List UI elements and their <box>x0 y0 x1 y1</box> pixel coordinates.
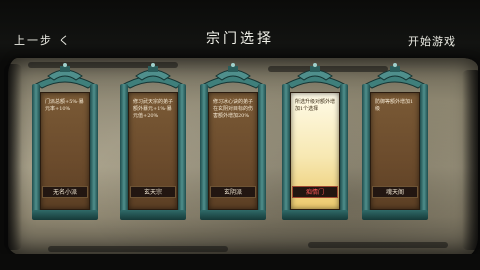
bottom-shade <box>0 254 480 270</box>
sect-card-1[interactable]: 门派总额+5%·暴元率+10% 无名小派 <box>32 62 98 220</box>
sect-name: 玄天宗 <box>130 186 176 198</box>
top-bar: 上一步 く 宗门选择 开始游戏 <box>0 0 480 62</box>
game-screen: 上一步 く 宗门选择 开始游戏 门派总额+5%·暴元率+10% 无名小派 修习武… <box>0 0 480 270</box>
sect-description: 门派总额+5%·暴元率+10% <box>45 99 84 112</box>
pillar-right <box>340 84 348 218</box>
sect-card-5[interactable]: 防御等额外增加1级 魂天阁 <box>362 62 428 220</box>
card-base <box>32 210 98 220</box>
pillar-left <box>32 84 40 218</box>
pillar-right <box>90 84 98 218</box>
sect-description: 防御等额外增加1级 <box>375 99 414 112</box>
sect-card-3[interactable]: 修习冰心诀的弟子在玄阴对目标的伤害额外增加20% 玄阴派 <box>200 62 266 220</box>
ink-stroke <box>48 246 228 252</box>
sect-name: 玄阴派 <box>210 186 256 198</box>
card-base <box>362 210 428 220</box>
pagoda-roof-icon <box>123 63 183 89</box>
sect-name: 魂天阁 <box>372 186 418 198</box>
pagoda-roof-icon <box>365 63 425 89</box>
sect-name: 无名小派 <box>42 186 88 198</box>
card-base <box>200 210 266 220</box>
sect-description: 修习武天宗的弟子额外暴元+1%·暴元值+20% <box>133 99 174 119</box>
pillar-right <box>420 84 428 218</box>
sect-description: 所选升级对额外增加1个选择 <box>295 99 336 112</box>
start-game-button[interactable]: 开始游戏 <box>408 33 456 49</box>
sect-card-4-selected[interactable]: 所选升级对额外增加1个选择 痴情门 <box>282 62 348 220</box>
pillar-left <box>282 84 290 218</box>
sect-description: 修习冰心诀的弟子在玄阴对目标的伤害额外增加20% <box>213 99 254 119</box>
pagoda-roof-icon <box>285 63 345 89</box>
pillar-left <box>362 84 370 218</box>
ink-stroke <box>308 242 448 248</box>
sect-name: 痴情门 <box>292 186 338 198</box>
pagoda-roof-icon <box>35 63 95 89</box>
pillar-left <box>200 84 208 218</box>
pillar-right <box>178 84 186 218</box>
pagoda-roof-icon <box>203 63 263 89</box>
card-base <box>120 210 186 220</box>
pillar-left <box>120 84 128 218</box>
pillar-right <box>258 84 266 218</box>
card-base <box>282 210 348 220</box>
sect-card-2[interactable]: 修习武天宗的弟子额外暴元+1%·暴元值+20% 玄天宗 <box>120 62 186 220</box>
